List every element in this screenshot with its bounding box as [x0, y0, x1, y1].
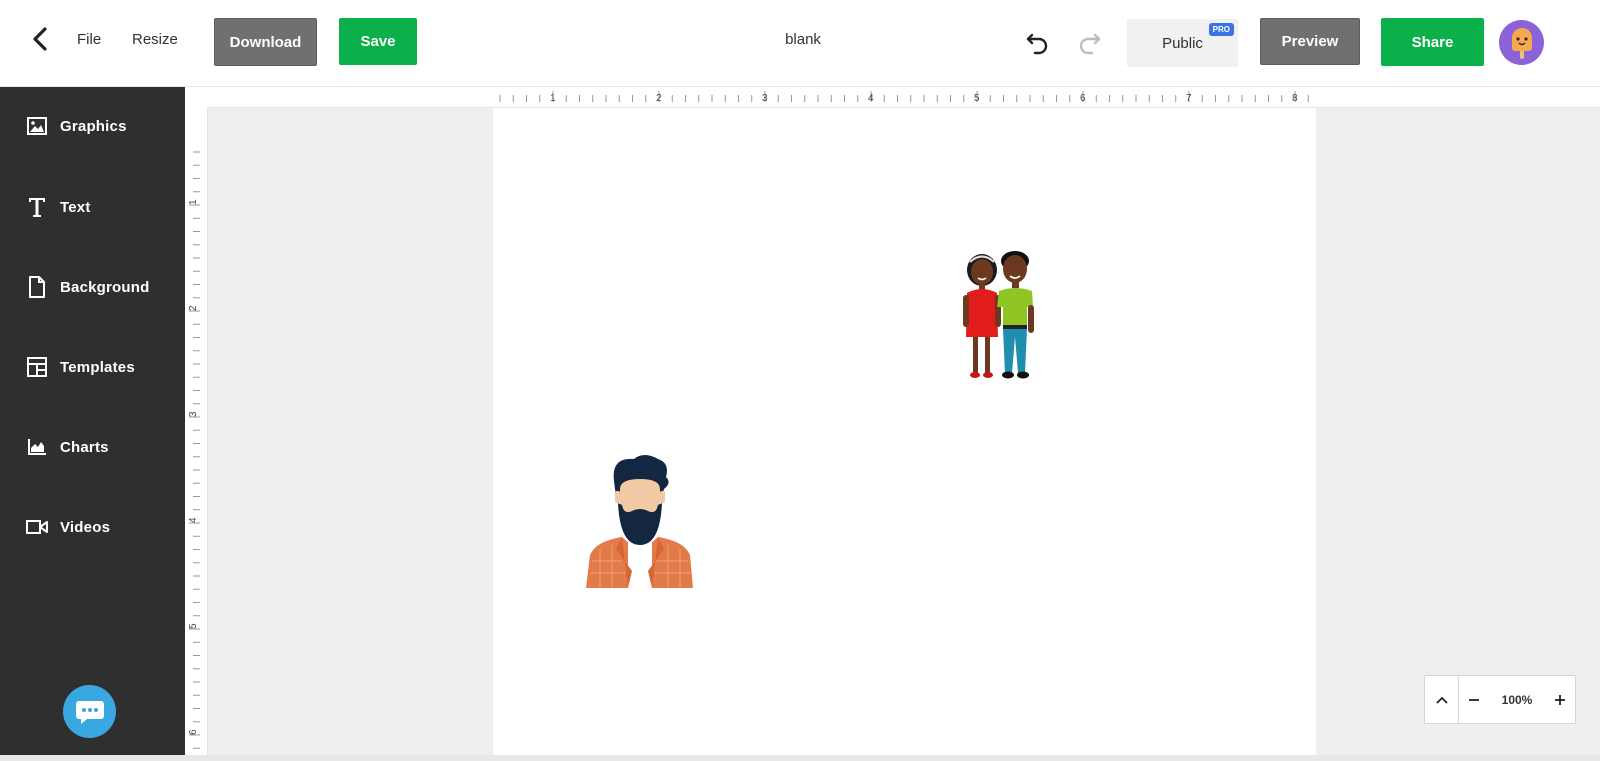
document-title[interactable]: blank: [760, 31, 846, 48]
ruler-corner: [185, 87, 207, 107]
ruler-label: 3: [762, 93, 768, 104]
top-toolbar: File Resize Download Save blank Public P…: [0, 0, 1600, 87]
horizontal-ruler: 1 2 3 4 5 6 7 8: [207, 87, 1600, 108]
sidebar-item-graphics[interactable]: Graphics: [0, 96, 185, 156]
download-button[interactable]: Download: [214, 18, 317, 66]
sidebar-item-label: Graphics: [60, 117, 127, 135]
ruler-label: 4: [188, 517, 199, 523]
sidebar-item-label: Charts: [60, 438, 109, 456]
couple-illustration[interactable]: [957, 245, 1043, 383]
save-button[interactable]: Save: [339, 18, 417, 65]
plus-icon: [1555, 694, 1565, 705]
ruler-label: 8: [1292, 93, 1298, 104]
pro-badge: PRO: [1208, 23, 1234, 36]
left-sidebar: Graphics Text Background Templates Chart…: [0, 87, 185, 755]
design-canvas[interactable]: [493, 108, 1316, 755]
undo-icon[interactable]: [1023, 27, 1053, 57]
popsicle-icon: [1511, 27, 1532, 59]
sidebar-item-videos[interactable]: Videos: [0, 497, 185, 557]
zoom-controls: 100%: [1424, 675, 1576, 724]
text-t-icon: [26, 196, 48, 218]
bearded-man-illustration[interactable]: [586, 453, 693, 588]
back-arrow-icon[interactable]: [26, 24, 56, 54]
sidebar-item-charts[interactable]: Charts: [0, 417, 185, 477]
document-icon: [26, 276, 48, 298]
ruler-label: 4: [868, 93, 874, 104]
file-menu[interactable]: File: [77, 31, 101, 48]
ruler-label: 7: [1186, 93, 1192, 104]
user-avatar[interactable]: [1499, 20, 1544, 65]
horizontal-scrollbar[interactable]: [0, 755, 1600, 761]
share-button[interactable]: Share: [1381, 18, 1484, 66]
visibility-toggle[interactable]: Public PRO: [1127, 19, 1238, 67]
ruler-label: 3: [188, 411, 199, 417]
vertical-ruler: 1 2 3 4 5 6: [185, 107, 208, 755]
area-chart-icon: [26, 436, 48, 458]
sidebar-item-label: Videos: [60, 518, 111, 536]
sidebar-item-background[interactable]: Background: [0, 257, 185, 317]
ruler-label: 6: [1080, 93, 1086, 104]
resize-menu[interactable]: Resize: [132, 31, 178, 48]
ruler-label: 6: [188, 729, 199, 735]
sidebar-item-label: Background: [60, 278, 150, 296]
chevron-up-icon[interactable]: [1425, 676, 1459, 723]
zoom-level: 100%: [1501, 692, 1533, 707]
ruler-label: 2: [656, 93, 662, 104]
sidebar-item-label: Templates: [60, 358, 135, 376]
layout-icon: [26, 356, 48, 378]
ruler-label: 5: [974, 93, 980, 104]
ruler-label: 5: [188, 623, 199, 629]
sidebar-item-templates[interactable]: Templates: [0, 337, 185, 397]
minus-icon: [1469, 698, 1479, 701]
preview-button[interactable]: Preview: [1260, 18, 1360, 65]
visibility-label: Public: [1162, 34, 1203, 52]
sidebar-item-label: Text: [60, 198, 91, 216]
chat-support-button[interactable]: [63, 685, 116, 738]
chat-bubble-icon: [75, 700, 104, 724]
zoom-out-button[interactable]: [1459, 676, 1489, 723]
ruler-label: 1: [188, 199, 199, 205]
ruler-label: 1: [550, 93, 556, 104]
image-icon: [26, 115, 48, 137]
ruler-label: 2: [188, 305, 199, 311]
video-camera-icon: [26, 516, 48, 538]
sidebar-item-text[interactable]: Text: [0, 177, 185, 237]
redo-icon[interactable]: [1074, 27, 1104, 57]
zoom-in-button[interactable]: [1545, 676, 1575, 723]
